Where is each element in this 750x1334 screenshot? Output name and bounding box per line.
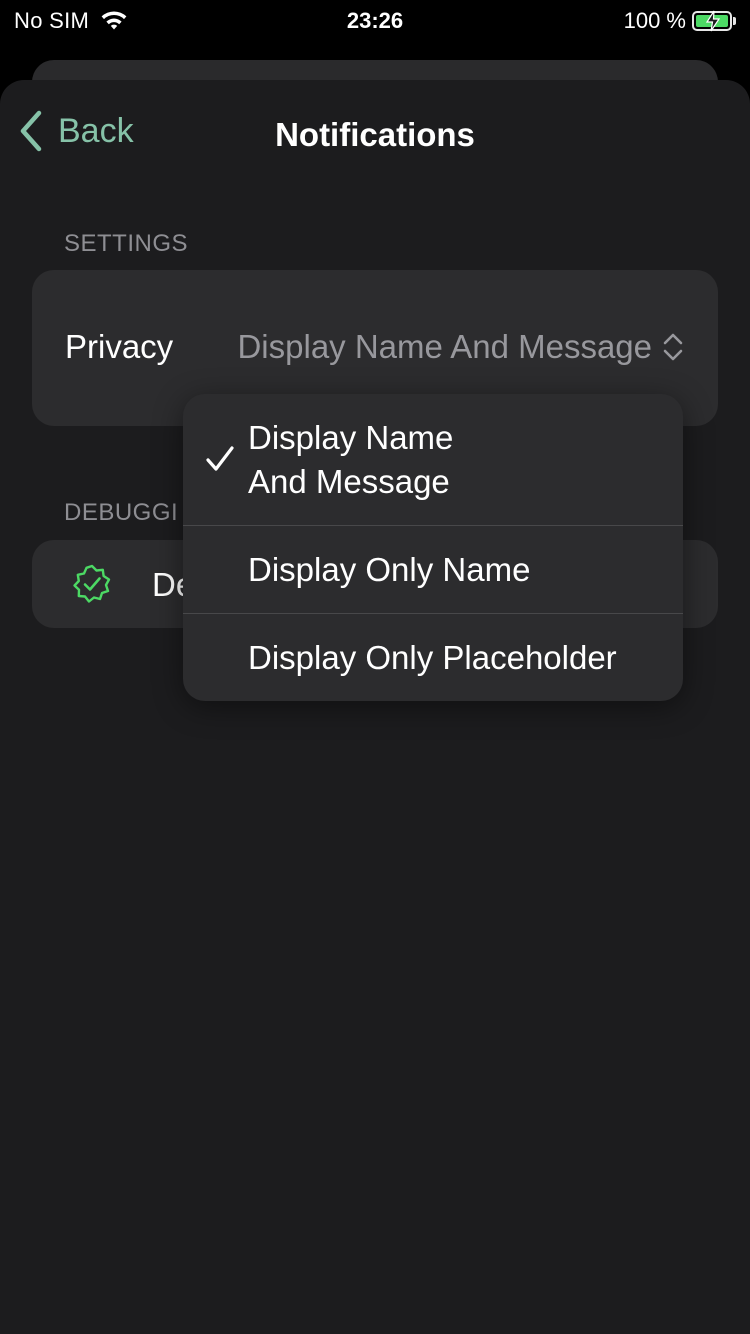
- privacy-value: Display Name And Message: [237, 328, 652, 365]
- notifications-sheet: Back Notifications SETTINGS Privacy Disp…: [0, 80, 750, 1334]
- charging-bolt-icon: [705, 10, 721, 32]
- battery-nub: [733, 17, 736, 25]
- option-label: Display Only Name: [248, 551, 531, 588]
- page-title: Notifications: [275, 116, 475, 153]
- status-bar: No SIM 23:26 100 %: [0, 0, 750, 42]
- privacy-dropdown-menu: Display Name And Message Display Only Na…: [183, 394, 683, 701]
- status-right: 100 %: [624, 8, 736, 34]
- verified-badge-icon: [73, 564, 111, 603]
- option-display-name-and-message[interactable]: Display Name And Message: [183, 394, 683, 525]
- option-label: Display Only Placeholder: [248, 639, 617, 676]
- debugging-section-header: DEBUGGI: [64, 499, 179, 526]
- option-label-line2: And Message: [248, 463, 450, 500]
- checkmark-icon: [206, 446, 234, 471]
- battery-percent: 100 %: [623, 8, 686, 33]
- battery-icon: [692, 10, 732, 32]
- settings-section-header: SETTINGS: [64, 230, 189, 257]
- privacy-picker[interactable]: Display Name And Message: [237, 328, 684, 366]
- option-display-only-placeholder[interactable]: Display Only Placeholder: [183, 614, 683, 701]
- option-display-only-name[interactable]: Display Only Name: [183, 526, 683, 613]
- navigation-bar: Back Notifications: [0, 80, 750, 192]
- option-label-line1: Display Name: [248, 419, 454, 456]
- chevron-updown-icon: [663, 333, 683, 361]
- privacy-label: Privacy: [65, 328, 174, 365]
